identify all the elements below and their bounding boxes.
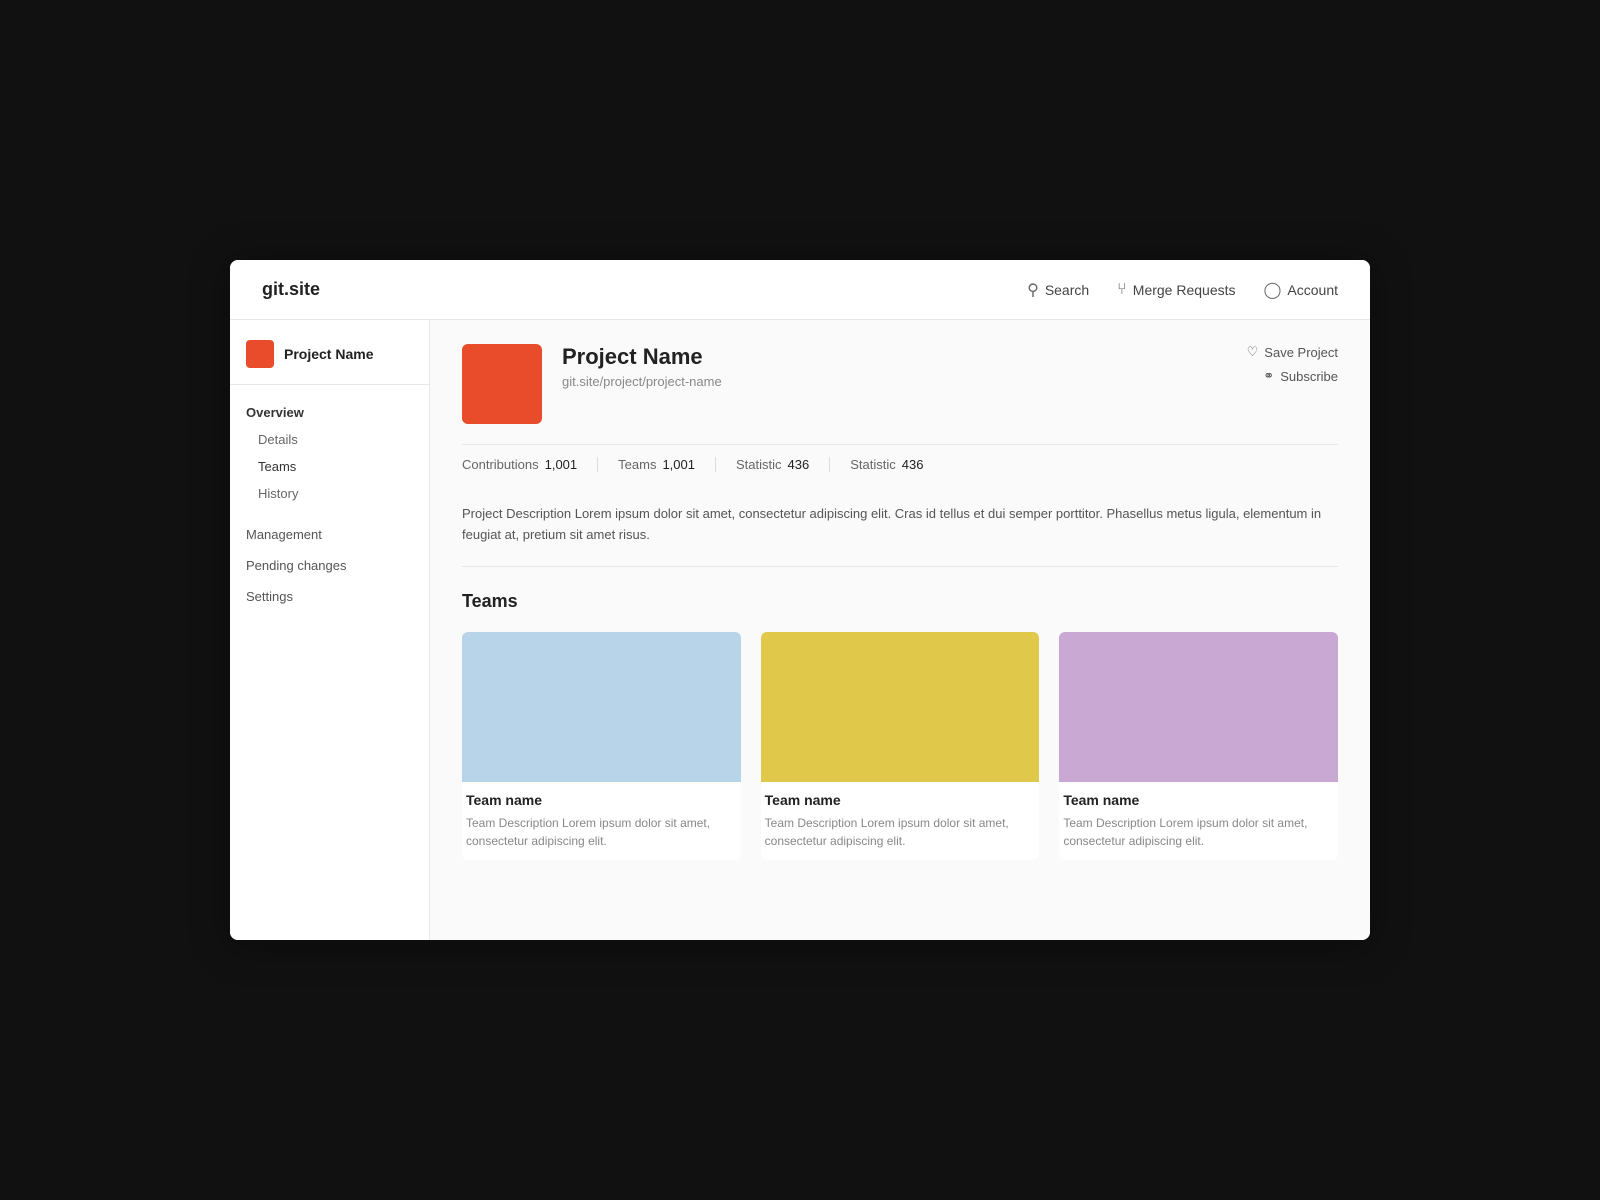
project-url: git.site/project/project-name: [562, 374, 1227, 389]
project-description: Project Description Lorem ipsum dolor si…: [462, 504, 1338, 567]
top-nav: git.site ⚲ Search ⑂ Merge Requests ◯ Acc…: [230, 260, 1370, 320]
team-card-image-1: [761, 632, 1040, 782]
team-card-body-2: Team name Team Description Lorem ipsum d…: [1059, 782, 1338, 860]
project-info: Project Name git.site/project/project-na…: [562, 344, 1227, 389]
project-icon: [246, 340, 274, 368]
sidebar-item-history[interactable]: History: [230, 480, 429, 507]
search-button[interactable]: ⚲ Search: [1027, 280, 1089, 300]
sidebar-project-name: Project Name: [284, 346, 373, 362]
search-label: Search: [1045, 282, 1089, 298]
account-label: Account: [1287, 282, 1338, 298]
sidebar: Project Name Overview Details Teams Hist…: [230, 320, 430, 940]
team-card-name-0: Team name: [466, 792, 737, 808]
stat-label-1: Teams: [618, 457, 656, 472]
top-nav-actions: ⚲ Search ⑂ Merge Requests ◯ Account: [1027, 280, 1338, 300]
save-project-button[interactable]: ♡ Save Project: [1247, 344, 1338, 360]
site-logo: git.site: [262, 279, 320, 300]
sidebar-item-details[interactable]: Details: [230, 426, 429, 453]
team-card-desc-2: Team Description Lorem ipsum dolor sit a…: [1063, 814, 1334, 850]
subscribe-button[interactable]: ⚭ Subscribe: [1263, 368, 1338, 384]
merge-requests-label: Merge Requests: [1133, 282, 1236, 298]
project-title: Project Name: [562, 344, 1227, 370]
stat-item-0: Contributions 1,001: [462, 457, 598, 472]
sidebar-item-management[interactable]: Management: [230, 519, 429, 550]
team-card-name-2: Team name: [1063, 792, 1334, 808]
search-icon: ⚲: [1027, 280, 1039, 300]
merge-requests-button[interactable]: ⑂ Merge Requests: [1117, 281, 1235, 299]
account-button[interactable]: ◯ Account: [1264, 280, 1339, 300]
teams-grid: Team name Team Description Lorem ipsum d…: [462, 632, 1338, 860]
stat-item-1: Teams 1,001: [618, 457, 716, 472]
stats-bar: Contributions 1,001 Teams 1,001 Statistic 436…: [462, 444, 1338, 484]
main-content: Project Name git.site/project/project-na…: [430, 320, 1370, 940]
sidebar-item-settings[interactable]: Settings: [230, 581, 429, 612]
sidebar-project: Project Name: [230, 340, 429, 385]
team-card-1[interactable]: Team name Team Description Lorem ipsum d…: [761, 632, 1040, 860]
team-card-name-1: Team name: [765, 792, 1036, 808]
team-card-0[interactable]: Team name Team Description Lorem ipsum d…: [462, 632, 741, 860]
bell-icon: ⚭: [1263, 368, 1274, 384]
project-logo: [462, 344, 542, 424]
stat-label-3: Statistic: [850, 457, 896, 472]
stat-value-2: 436: [788, 457, 810, 472]
merge-icon: ⑂: [1117, 281, 1127, 299]
sidebar-overview-label: Overview: [230, 401, 429, 424]
sidebar-item-teams[interactable]: Teams: [230, 453, 429, 480]
team-card-2[interactable]: Team name Team Description Lorem ipsum d…: [1059, 632, 1338, 860]
project-actions: ♡ Save Project ⚭ Subscribe: [1247, 344, 1338, 384]
heart-icon: ♡: [1247, 344, 1259, 360]
team-card-body-0: Team name Team Description Lorem ipsum d…: [462, 782, 741, 860]
stat-value-0: 1,001: [545, 457, 578, 472]
stat-value-3: 436: [902, 457, 924, 472]
subscribe-label: Subscribe: [1280, 369, 1338, 384]
save-project-label: Save Project: [1264, 345, 1338, 360]
layout: Project Name Overview Details Teams Hist…: [230, 320, 1370, 940]
stat-item-3: Statistic 436: [850, 457, 943, 472]
team-card-desc-0: Team Description Lorem ipsum dolor sit a…: [466, 814, 737, 850]
team-card-image-2: [1059, 632, 1338, 782]
stat-label-2: Statistic: [736, 457, 782, 472]
stat-label-0: Contributions: [462, 457, 539, 472]
team-card-image-0: [462, 632, 741, 782]
account-icon: ◯: [1264, 280, 1282, 300]
team-card-desc-1: Team Description Lorem ipsum dolor sit a…: [765, 814, 1036, 850]
sidebar-item-pending[interactable]: Pending changes: [230, 550, 429, 581]
team-card-body-1: Team name Team Description Lorem ipsum d…: [761, 782, 1040, 860]
stat-value-1: 1,001: [662, 457, 695, 472]
teams-section-title: Teams: [462, 591, 1338, 612]
browser-window: git.site ⚲ Search ⑂ Merge Requests ◯ Acc…: [230, 260, 1370, 940]
project-header: Project Name git.site/project/project-na…: [462, 344, 1338, 424]
stat-item-2: Statistic 436: [736, 457, 830, 472]
